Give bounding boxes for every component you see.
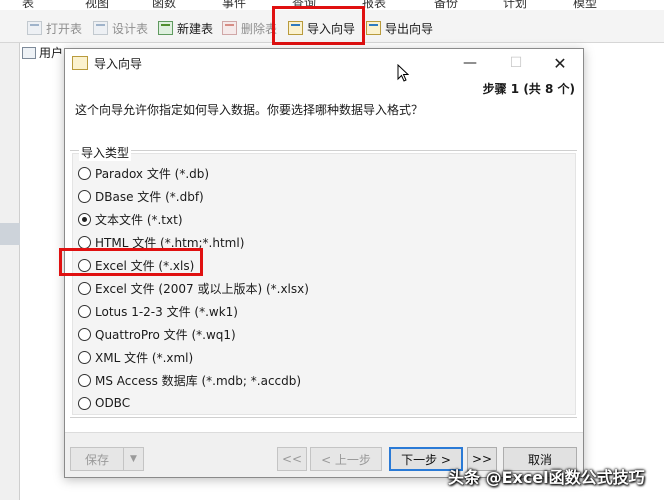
new-table-icon (158, 21, 173, 35)
close-icon: ✕ (553, 53, 567, 73)
wizard-prompt: 这个向导允许你指定如何导入数据。你要选择哪种数据导入格式？ (75, 103, 424, 117)
menu-item[interactable]: 表 (22, 0, 34, 10)
minimize-icon: — (463, 55, 477, 71)
export-wizard-icon (366, 21, 381, 35)
mouse-cursor-icon (397, 64, 409, 82)
menu-item[interactable]: 报表 (362, 0, 386, 10)
radio-button[interactable] (78, 189, 91, 203)
dropdown-arrow-icon[interactable]: ▼ (123, 448, 143, 470)
menu-item[interactable]: 事件 (222, 0, 246, 10)
left-panel (0, 43, 20, 500)
option-paradox[interactable]: Paradox 文件 (*.db) (78, 164, 209, 182)
menu-item[interactable]: 模型 (573, 0, 597, 10)
step-indicator: 步骤 1 (共 8 个) (482, 82, 575, 96)
option-ms-access[interactable]: MS Access 数据库 (*.mdb; *.accdb) (78, 371, 301, 389)
table-icon (22, 46, 36, 59)
option-excel-xlsx[interactable]: Excel 文件 (2007 或以上版本) (*.xlsx) (78, 279, 309, 297)
option-lotus[interactable]: Lotus 1-2-3 文件 (*.wk1) (78, 302, 238, 320)
radio-button[interactable] (78, 166, 91, 180)
excel-option-highlight-box (59, 248, 203, 276)
maximize-button[interactable]: ☐ (493, 49, 539, 77)
option-quattropro[interactable]: QuattroPro 文件 (*.wq1) (78, 325, 236, 343)
option-text[interactable]: 文本文件 (*.txt) (78, 210, 183, 228)
radio-button[interactable] (78, 235, 91, 249)
new-table-button[interactable]: 新建表 (158, 18, 213, 38)
export-wizard-button[interactable]: 导出向导 (366, 18, 433, 38)
import-wizard-icon (72, 56, 88, 70)
menu-item[interactable]: 计划 (503, 0, 527, 10)
group-label: 导入类型 (79, 144, 132, 161)
delete-table-icon (222, 21, 237, 35)
design-table-button[interactable]: 设计表 (93, 18, 148, 38)
maximize-icon: ☐ (509, 55, 523, 71)
radio-button-selected[interactable] (78, 212, 91, 226)
previous-step-button[interactable]: < 上一步 (310, 447, 382, 471)
menu-item[interactable]: 函数 (152, 0, 176, 10)
option-odbc[interactable]: ODBC (78, 394, 130, 412)
radio-button[interactable] (78, 373, 91, 387)
watermark-text: 头条 @Excel函数公式技巧 (448, 468, 645, 487)
first-step-button[interactable]: << (277, 447, 307, 471)
radio-button[interactable] (78, 281, 91, 295)
radio-button[interactable] (78, 350, 91, 364)
open-table-icon (27, 21, 42, 35)
radio-button[interactable] (78, 327, 91, 341)
design-table-icon (93, 21, 108, 35)
save-button[interactable]: 保存 ▼ (70, 447, 144, 471)
dialog-title: 导入向导 (94, 56, 143, 71)
option-dbase[interactable]: DBase 文件 (*.dbf) (78, 187, 204, 205)
menu-item[interactable]: 备份 (434, 0, 458, 10)
radio-button[interactable] (78, 304, 91, 318)
tree-item-users[interactable]: 用户 (22, 44, 63, 61)
option-xml[interactable]: XML 文件 (*.xml) (78, 348, 193, 366)
radio-button[interactable] (78, 396, 91, 410)
open-table-button[interactable]: 打开表 (27, 18, 82, 38)
import-wizard-dialog: 导入向导 — ☐ ✕ 步骤 1 (共 8 个) 这个向导允许你指定如何导入数据。… (59, 48, 584, 478)
import-wizard-highlight-box (272, 6, 365, 45)
minimize-button[interactable]: — (447, 49, 493, 77)
selected-row (0, 223, 20, 245)
close-button[interactable]: ✕ (537, 49, 583, 77)
delete-table-button[interactable]: 删除表 (222, 18, 277, 38)
menu-item[interactable]: 视图 (85, 0, 109, 10)
